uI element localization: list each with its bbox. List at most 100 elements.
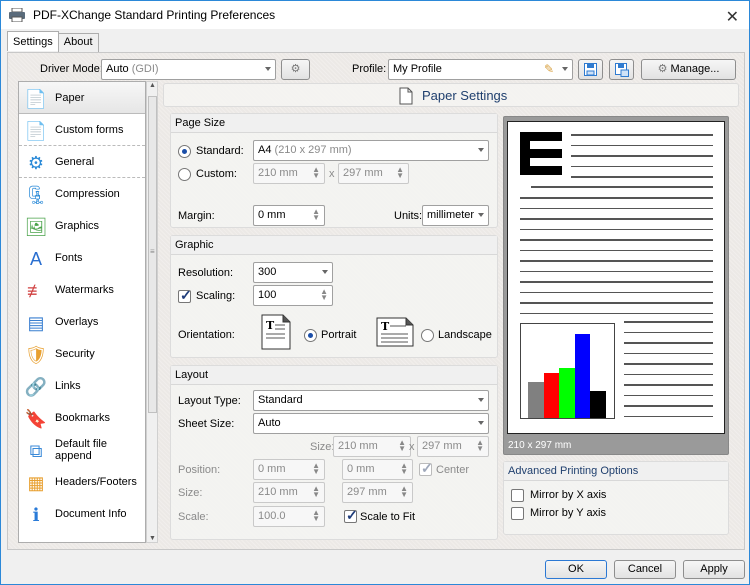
orientation-label: Orientation:: [178, 329, 235, 341]
custom-width-input[interactable]: 210 mm ▲ ▼: [253, 163, 325, 184]
sidebar-scrollbar[interactable]: ▲ ≡ ▼: [146, 81, 158, 543]
spin-icon[interactable]: ▲ ▼: [320, 288, 328, 302]
sidebar-item-document-info[interactable]: ℹ Document Info: [19, 498, 145, 530]
standard-size-select[interactable]: A4 (210 x 297 mm): [253, 140, 489, 161]
scaling-checkbox[interactable]: [178, 287, 192, 304]
sidebar-item-graphics[interactable]: 🖼 Graphics: [19, 210, 145, 242]
mirror-y-checkbox[interactable]: [511, 507, 524, 520]
spin-icon[interactable]: ▲ ▼: [398, 439, 406, 453]
preview-letter-e: [520, 132, 562, 175]
tab-about[interactable]: About: [57, 33, 99, 52]
close-icon[interactable]: ✕: [726, 7, 739, 27]
scale-input[interactable]: 100.0 ▲ ▼: [253, 506, 325, 527]
sidebar-item-compression[interactable]: 🗜 Compression: [19, 178, 145, 210]
settings-panel: Driver Mode: Auto (GDI) ⚙ Profile: My Pr…: [7, 52, 745, 550]
margin-label: Margin:: [178, 210, 215, 222]
scrollbar-thumb[interactable]: ≡: [148, 96, 157, 413]
spin-icon[interactable]: ▲ ▼: [312, 462, 320, 476]
manage-profiles-button[interactable]: ⚙ Manage...: [641, 59, 736, 80]
standard-radio[interactable]: [178, 145, 191, 158]
sheet-size-select[interactable]: Auto: [253, 413, 489, 434]
sidebar-item-overlays[interactable]: ▤ Overlays: [19, 306, 145, 338]
custom-height-input[interactable]: 297 mm ▲ ▼: [338, 163, 409, 184]
portrait-radio[interactable]: [304, 329, 317, 342]
sidebar-item-watermarks[interactable]: ≢ Watermarks: [19, 274, 145, 306]
preview-text-line: [520, 207, 713, 209]
driver-mode-select[interactable]: Auto (GDI): [101, 59, 276, 80]
sidebar-item-general[interactable]: ⚙ General: [19, 146, 145, 178]
sheet-height-input[interactable]: 297 mm ▲ ▼: [417, 436, 489, 457]
landscape-radio[interactable]: [421, 329, 434, 342]
preview-size-caption: 210 x 297 mm: [508, 440, 572, 451]
apply-button[interactable]: Apply: [683, 560, 745, 579]
sidebar-item-links[interactable]: 🔗 Links: [19, 370, 145, 402]
settings-category-list: 📄 Paper 📄 Custom forms ⚙ General 🗜 Compression 🖼…: [18, 81, 146, 543]
sidebar-item-default-file-append[interactable]: ⧉ Default file append: [19, 434, 145, 466]
preview-text-line: [624, 394, 713, 396]
driver-settings-button[interactable]: ⚙: [281, 59, 310, 80]
scroll-down-icon[interactable]: ▼: [149, 535, 156, 542]
sidebar-item-paper[interactable]: 📄 Paper: [19, 82, 145, 114]
page-preview: 210 x 297 mm: [503, 116, 729, 455]
preview-text-line: [624, 363, 713, 365]
custom-radio[interactable]: [178, 168, 191, 181]
landscape-label: Landscape: [438, 329, 492, 341]
layout-header: Layout: [171, 366, 497, 385]
center-checkbox[interactable]: [419, 460, 433, 477]
size-width-value: 210 mm: [258, 486, 298, 498]
sidebar-item-fonts[interactable]: A Fonts: [19, 242, 145, 274]
spin-icon[interactable]: ▲ ▼: [312, 485, 320, 499]
preview-text-line: [520, 260, 713, 262]
preview-text-line: [624, 331, 713, 333]
chevron-down-icon: [562, 67, 568, 71]
svg-text:T: T: [266, 319, 275, 332]
graphics-icon: 🖼: [24, 217, 48, 237]
scaling-input[interactable]: 100 ▲ ▼: [253, 285, 333, 306]
ok-button[interactable]: OK: [545, 560, 607, 579]
preview-text-line: [624, 352, 713, 354]
spin-icon[interactable]: ▲ ▼: [312, 166, 320, 180]
size-width-input[interactable]: 210 mm ▲ ▼: [253, 482, 325, 503]
sidebar-item-security[interactable]: 🛡 Security: [19, 338, 145, 370]
mirror-x-label: Mirror by X axis: [530, 489, 607, 501]
size-height-input[interactable]: 297 mm ▲ ▼: [342, 482, 413, 503]
file-append-icon: ⧉: [29, 441, 43, 461]
position-x-input[interactable]: 0 mm ▲ ▼: [253, 459, 325, 480]
spin-icon[interactable]: ▲ ▼: [396, 166, 404, 180]
layout-type-select[interactable]: Standard: [253, 390, 489, 411]
sidebar-item-label: Default file append: [55, 438, 107, 462]
driver-mode-suffix: (GDI): [131, 63, 159, 75]
svg-text:T: T: [381, 320, 390, 333]
spin-icon[interactable]: ▲ ▼: [312, 509, 320, 523]
sidebar-item-label: Compression: [55, 188, 120, 200]
save-profile-button[interactable]: [578, 59, 603, 80]
scale-to-fit-checkbox[interactable]: [344, 507, 358, 524]
spin-icon[interactable]: ▲ ▼: [400, 462, 408, 476]
tab-settings[interactable]: Settings: [7, 31, 59, 51]
sidebar-item-headers-footers[interactable]: ▦ Headers/Footers: [19, 466, 145, 498]
pencil-icon[interactable]: ✎: [544, 62, 554, 76]
save-profile-as-button[interactable]: [609, 59, 634, 80]
cancel-button[interactable]: Cancel: [614, 560, 676, 579]
mirror-x-checkbox[interactable]: [511, 489, 524, 502]
fonts-icon: A: [29, 249, 42, 269]
spin-icon[interactable]: ▲ ▼: [312, 208, 320, 222]
sidebar-item-label: Watermarks: [55, 284, 114, 296]
sheet-width-input[interactable]: 210 mm ▲ ▼: [333, 436, 411, 457]
position-y-input[interactable]: 0 mm ▲ ▼: [342, 459, 413, 480]
scale-to-fit-label: Scale to Fit: [360, 511, 416, 523]
scroll-up-icon[interactable]: ▲: [149, 82, 156, 89]
margin-input[interactable]: 0 mm ▲ ▼: [253, 205, 325, 226]
units-select[interactable]: millimeter: [422, 205, 489, 226]
spin-icon[interactable]: ▲ ▼: [400, 485, 408, 499]
graphic-header: Graphic: [171, 236, 497, 255]
preview-text-line: [571, 176, 713, 178]
sidebar-item-label: Links: [55, 380, 81, 392]
sidebar-item-custom-forms[interactable]: 📄 Custom forms: [19, 114, 145, 146]
preview-text-line: [520, 281, 713, 283]
sidebar-item-bookmarks[interactable]: 🔖 Bookmarks: [19, 402, 145, 434]
resolution-select[interactable]: 300: [253, 262, 333, 283]
profile-select[interactable]: My Profile ✎: [388, 59, 573, 80]
times-label: x: [409, 441, 415, 453]
spin-icon[interactable]: ▲ ▼: [476, 439, 484, 453]
